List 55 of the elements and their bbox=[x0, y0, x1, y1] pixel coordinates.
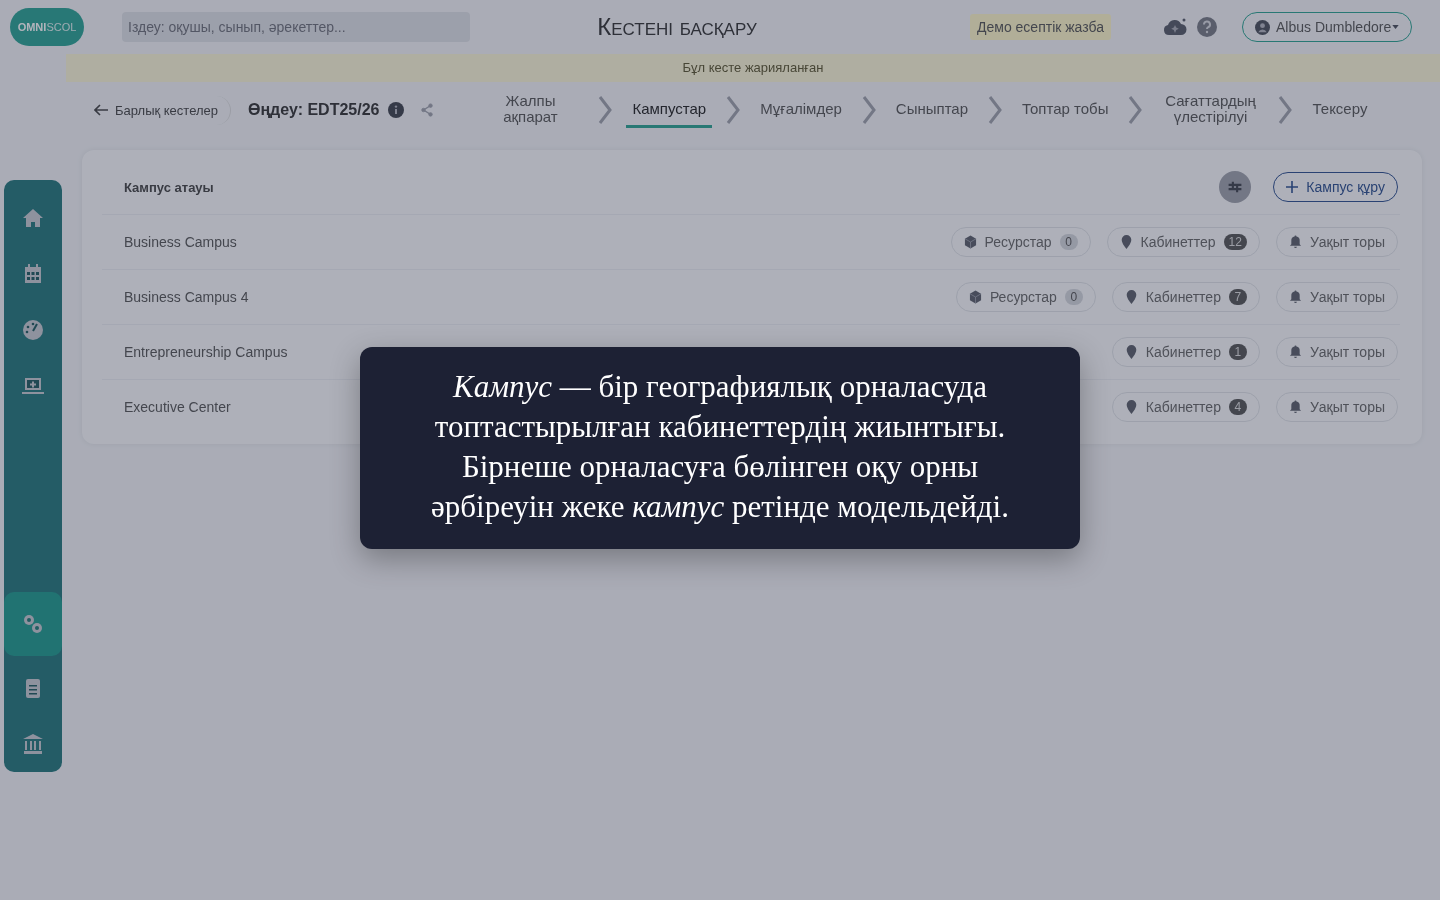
info-icon bbox=[388, 102, 405, 118]
sidebar-item[interactable] bbox=[4, 592, 62, 656]
campus-name: Business Campus bbox=[124, 234, 238, 250]
step-tab[interactable]: Сағаттардың үлестірілуі bbox=[1156, 84, 1265, 136]
count-badge: 0 bbox=[1059, 234, 1078, 250]
back-button[interactable]: Барлық кестелер bbox=[90, 95, 231, 125]
plus-icon bbox=[1286, 181, 1299, 193]
search-field[interactable]: Іздеу: оқушы, сынып, әрекеттер... bbox=[122, 12, 470, 42]
logo[interactable]: OMNISCOL bbox=[10, 8, 84, 46]
map-pin-icon bbox=[1119, 235, 1133, 249]
edit-title: Өңдеу: EDT25/26 bbox=[248, 101, 380, 119]
chevron-icon bbox=[988, 96, 1003, 124]
bank-icon bbox=[21, 732, 45, 756]
status-banner: Бұл кесте жарияланған bbox=[66, 54, 1440, 82]
caret-icon bbox=[1392, 25, 1400, 29]
chevron-icon bbox=[598, 96, 613, 124]
count-badge: 4 bbox=[1228, 399, 1247, 415]
help-icon bbox=[1197, 17, 1217, 37]
filter-icon bbox=[1219, 171, 1252, 203]
map-pin-icon bbox=[1124, 345, 1138, 359]
map-pin-icon bbox=[1124, 290, 1138, 304]
page-title: Кестені басқару bbox=[596, 13, 758, 41]
gauge-icon bbox=[21, 318, 45, 342]
step-tab[interactable]: Жалпы ақпарат bbox=[476, 84, 585, 136]
map-pin-icon bbox=[1124, 400, 1138, 414]
campus-name: Business Campus 4 bbox=[124, 289, 250, 305]
campus-name: Executive Center bbox=[124, 399, 232, 415]
count-badge: 12 bbox=[1223, 234, 1247, 250]
bell-icon bbox=[1288, 235, 1302, 249]
step-tab[interactable]: Тексеру bbox=[1306, 92, 1374, 128]
step-tab[interactable]: Сыныптар bbox=[889, 92, 975, 128]
chevron-icon bbox=[1128, 96, 1143, 124]
step-tab[interactable]: Мұғалімдер bbox=[754, 92, 848, 128]
share-icon bbox=[420, 103, 435, 117]
cloud-icon bbox=[1163, 17, 1187, 37]
bell-icon bbox=[1288, 290, 1302, 304]
chevron-icon bbox=[1278, 96, 1293, 124]
demo-badge: Демо есептік жазба bbox=[970, 14, 1111, 40]
user-icon bbox=[1255, 19, 1270, 35]
cube-icon bbox=[963, 235, 977, 249]
tooltip-text: Кампус — бір географиялық орналасуда топтастырылған кабинеттердің жиынтығы. Бірнеше орналасуға бөлінген оқу орны әрбіреуін жеке кампус ретінде модельдейді. bbox=[360, 347, 1080, 549]
chevron-icon bbox=[726, 96, 741, 124]
bell-icon bbox=[1288, 400, 1302, 414]
count-badge: 1 bbox=[1228, 344, 1247, 360]
bell-icon bbox=[1288, 345, 1302, 359]
campus-name: Entrepreneurship Campus bbox=[124, 344, 289, 360]
count-badge: 7 bbox=[1228, 289, 1247, 305]
arrow-left-icon bbox=[94, 104, 108, 116]
chevron-icon bbox=[861, 96, 876, 124]
home-icon bbox=[21, 206, 45, 230]
step-tab[interactable]: Кампустар bbox=[626, 92, 713, 128]
count-badge: 0 bbox=[1064, 289, 1083, 305]
cube-icon bbox=[968, 290, 982, 304]
step-tab[interactable]: Топтар тобы bbox=[1016, 92, 1115, 128]
column-header: Кампус атауы bbox=[124, 179, 215, 195]
